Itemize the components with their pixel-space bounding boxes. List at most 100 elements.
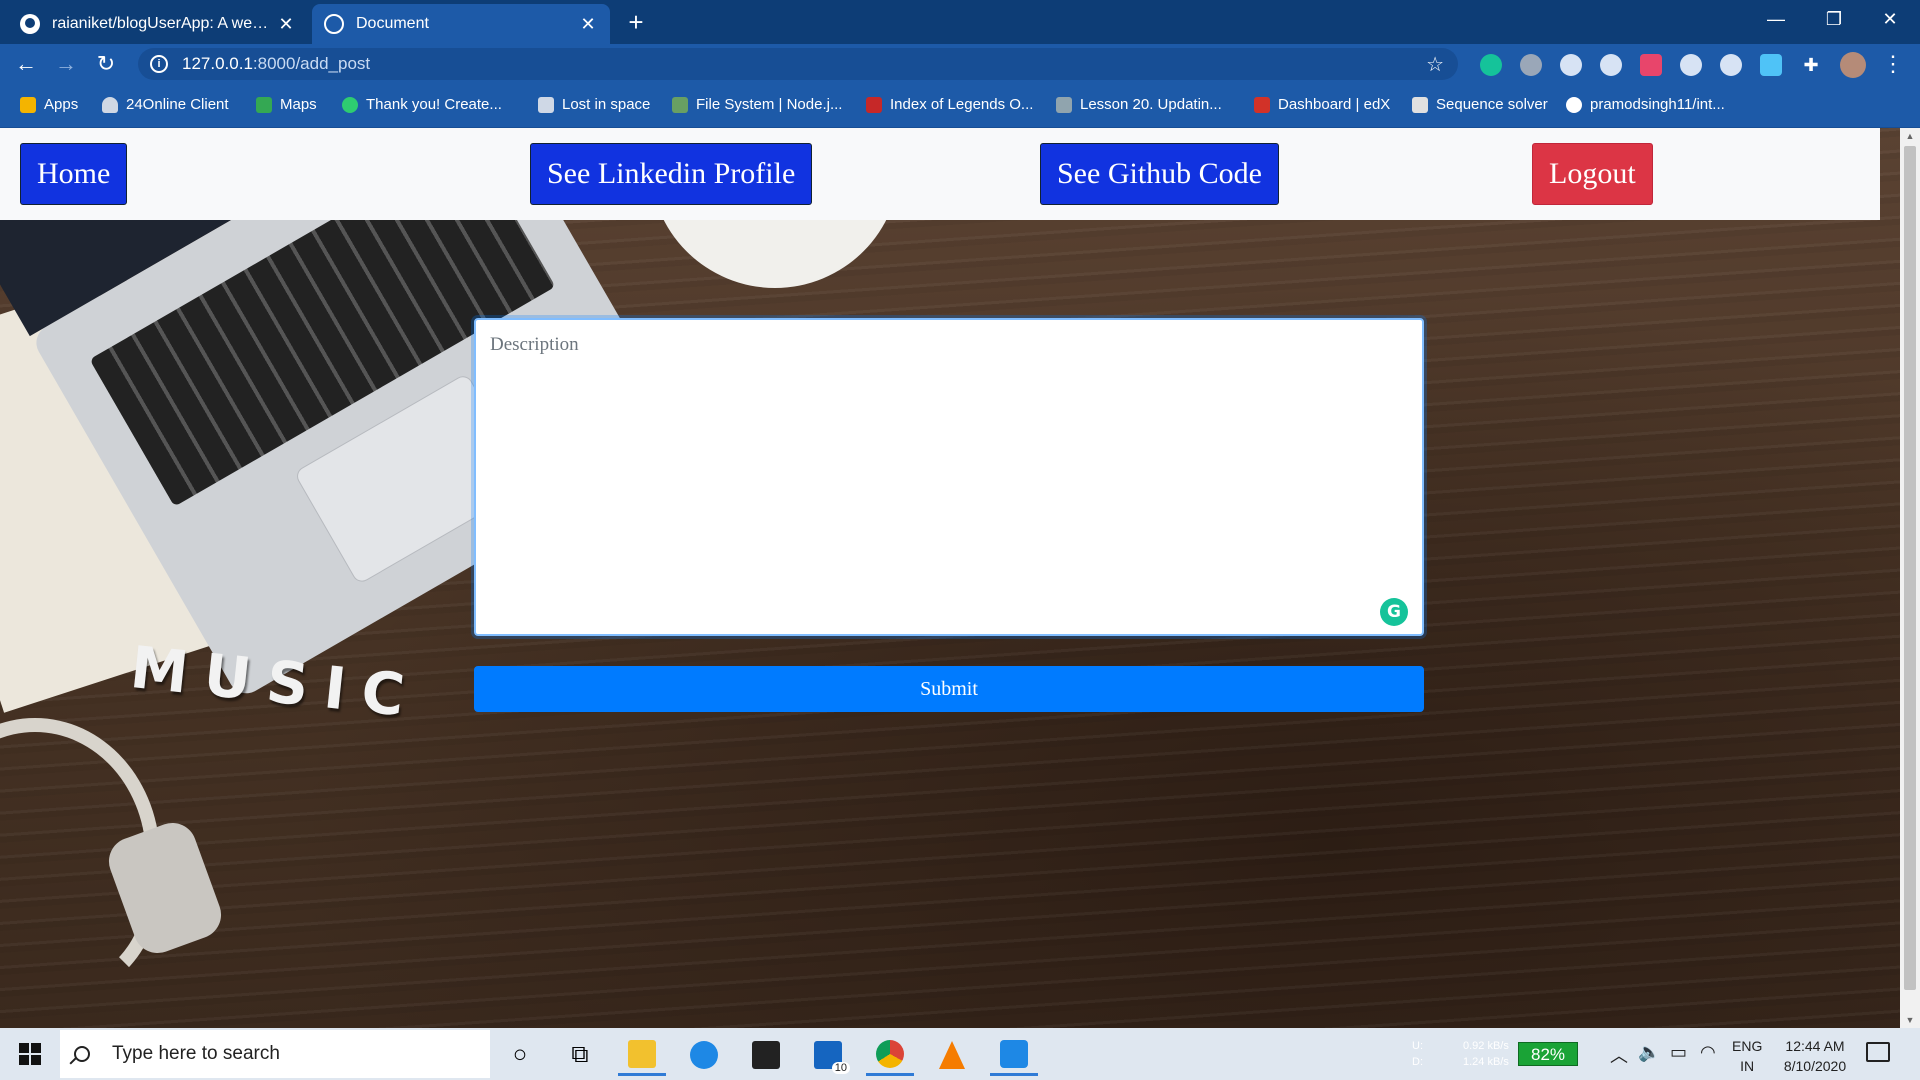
- k-icon: [538, 96, 554, 113]
- bookmark-pramodsingh[interactable]: pramodsingh11/int...: [1566, 96, 1725, 113]
- tab-title: raianiket/blogUserApp: A web ap: [52, 15, 276, 32]
- lesson-icon: [1056, 96, 1072, 113]
- task-view-icon[interactable]: ⧉: [556, 1034, 604, 1076]
- network-speed-meter: U: 0.92 kB/s D: 1.24 kB/s: [1412, 1038, 1509, 1070]
- github-icon: [20, 14, 40, 34]
- scroll-down-arrow[interactable]: ▼: [1900, 1012, 1920, 1028]
- bookmark-sequence-solver[interactable]: Sequence solver: [1412, 96, 1548, 113]
- battery-icon[interactable]: ▭: [1670, 1042, 1687, 1063]
- info-icon[interactable]: i: [150, 55, 168, 73]
- volume-icon[interactable]: 🔈: [1638, 1042, 1660, 1063]
- new-tab-button[interactable]: +: [620, 6, 652, 38]
- browser-toolbar: ← → ↻ i 127.0.0.1:8000/add_post ☆ ✚ ⋮: [0, 44, 1920, 84]
- extension-icon[interactable]: [1640, 54, 1662, 76]
- url-host: 127.0.0.1: [182, 54, 253, 73]
- net-down-label: D:: [1412, 1056, 1423, 1068]
- bookmark-edx[interactable]: Dashboard | edX: [1254, 96, 1390, 113]
- description-textarea[interactable]: [474, 318, 1424, 636]
- taskbar-search-box[interactable]: Type here to search: [60, 1030, 490, 1078]
- page-viewport: MUSIC Home See Linkedin Profile See Gith…: [0, 128, 1900, 1028]
- bookmark-label: Lost in space: [562, 96, 651, 113]
- bookmark-label: File System | Node.j...: [696, 96, 843, 113]
- battery-percent: 82%: [1518, 1042, 1578, 1066]
- chrome-icon[interactable]: [866, 1034, 914, 1076]
- back-button[interactable]: ←: [10, 48, 42, 80]
- profile-avatar[interactable]: [1840, 52, 1866, 78]
- close-window-button[interactable]: ✕: [1862, 0, 1918, 38]
- forward-button[interactable]: →: [50, 48, 82, 80]
- github-code-button[interactable]: See Github Code: [1040, 143, 1279, 205]
- bookmark-star-icon[interactable]: ☆: [1426, 52, 1444, 77]
- logout-button[interactable]: Logout: [1532, 143, 1653, 205]
- notification-center-icon[interactable]: [1866, 1042, 1890, 1062]
- bookmark-maps[interactable]: Maps: [256, 96, 317, 113]
- page-scrollbar[interactable]: ▲ ▼: [1900, 128, 1920, 1028]
- extension-icon[interactable]: [1760, 54, 1782, 76]
- file-explorer-icon[interactable]: [618, 1034, 666, 1076]
- store-icon[interactable]: [742, 1034, 790, 1076]
- url-path: :8000/add_post: [252, 54, 371, 73]
- mail-icon[interactable]: 10: [804, 1034, 852, 1076]
- vlc-icon[interactable]: [928, 1034, 976, 1076]
- search-icon: [74, 1046, 90, 1062]
- wifi-icon[interactable]: ◠: [1700, 1042, 1716, 1063]
- lang-region: IN: [1740, 1058, 1755, 1074]
- extension-icon[interactable]: [1560, 54, 1582, 76]
- flag-icon: [866, 96, 882, 113]
- nodejs-icon: [672, 96, 688, 113]
- close-icon[interactable]: ✕: [276, 14, 296, 35]
- submit-button[interactable]: Submit: [474, 666, 1424, 712]
- bookmark-thank-you[interactable]: Thank you! Create...: [342, 96, 502, 113]
- linkedin-profile-button[interactable]: See Linkedin Profile: [530, 143, 813, 205]
- lang-code: ENG: [1732, 1038, 1763, 1054]
- close-icon[interactable]: ✕: [578, 14, 598, 35]
- grammarly-icon[interactable]: G: [1380, 598, 1408, 626]
- clock-time: 12:44 AM: [1785, 1038, 1845, 1054]
- bookmark-label: Apps: [44, 96, 79, 113]
- extension-icon[interactable]: [1720, 54, 1742, 76]
- restore-button[interactable]: ❐: [1806, 0, 1862, 38]
- tab-document[interactable]: Document ✕: [312, 4, 610, 44]
- rq-icon: [1412, 96, 1428, 113]
- adblock-extension-icon[interactable]: [1520, 54, 1542, 76]
- vscode-icon[interactable]: [990, 1034, 1038, 1076]
- net-up-label: U:: [1412, 1040, 1423, 1052]
- bookmark-apps[interactable]: Apps: [20, 96, 78, 113]
- edx-icon: [1254, 96, 1270, 113]
- puzzle-extensions-icon[interactable]: ✚: [1800, 54, 1822, 76]
- react-devtools-icon[interactable]: [1600, 54, 1622, 76]
- cortana-icon[interactable]: ○: [496, 1034, 544, 1076]
- bookmark-node-fs[interactable]: File System | Node.j...: [672, 96, 842, 113]
- globe-icon: [324, 14, 344, 34]
- bookmark-label: Index of Legends O...: [890, 96, 1034, 113]
- extension-icon[interactable]: [1680, 54, 1702, 76]
- music-letters: MUSIC: [127, 632, 424, 732]
- bookmarks-bar: Apps 24Online Client Maps Thank you! Cre…: [0, 84, 1920, 128]
- recycle-icon: [342, 96, 358, 113]
- bookmark-lesson20[interactable]: Lesson 20. Updatin...: [1056, 96, 1222, 113]
- home-button[interactable]: Home: [20, 143, 128, 205]
- bookmark-lost-in-space[interactable]: Lost in space: [538, 96, 650, 113]
- net-up-value: 0.92 kB/s: [1463, 1040, 1509, 1052]
- scrollbar-thumb[interactable]: [1904, 146, 1916, 990]
- bookmark-24online[interactable]: 24Online Client: [102, 96, 229, 113]
- reload-button[interactable]: ↻: [90, 48, 122, 80]
- browser-tab-strip: raianiket/blogUserApp: A web ap ✕ Docume…: [0, 0, 1920, 44]
- net-down-value: 1.24 kB/s: [1463, 1056, 1509, 1068]
- scroll-up-arrow[interactable]: ▲: [1900, 128, 1920, 144]
- system-clock[interactable]: 12:44 AM 8/10/2020: [1774, 1036, 1856, 1076]
- input-language[interactable]: ENG IN: [1732, 1036, 1762, 1076]
- edge-browser-icon[interactable]: [680, 1034, 728, 1076]
- grammarly-extension-icon[interactable]: [1480, 54, 1502, 76]
- bookmark-label: Maps: [280, 96, 317, 113]
- kebab-menu-icon[interactable]: ⋮: [1882, 48, 1904, 80]
- bookmark-label: Lesson 20. Updatin...: [1080, 96, 1222, 113]
- cloud-icon: [102, 96, 118, 113]
- minimize-button[interactable]: —: [1748, 0, 1804, 38]
- show-hidden-icons-chevron-icon[interactable]: ︿: [1610, 1042, 1628, 1068]
- start-button[interactable]: [0, 1028, 60, 1080]
- tab-github-repo[interactable]: raianiket/blogUserApp: A web ap ✕: [8, 4, 308, 44]
- address-bar[interactable]: i 127.0.0.1:8000/add_post ☆: [138, 48, 1458, 80]
- windows-logo-icon: [19, 1043, 41, 1065]
- bookmark-legends[interactable]: Index of Legends O...: [866, 96, 1033, 113]
